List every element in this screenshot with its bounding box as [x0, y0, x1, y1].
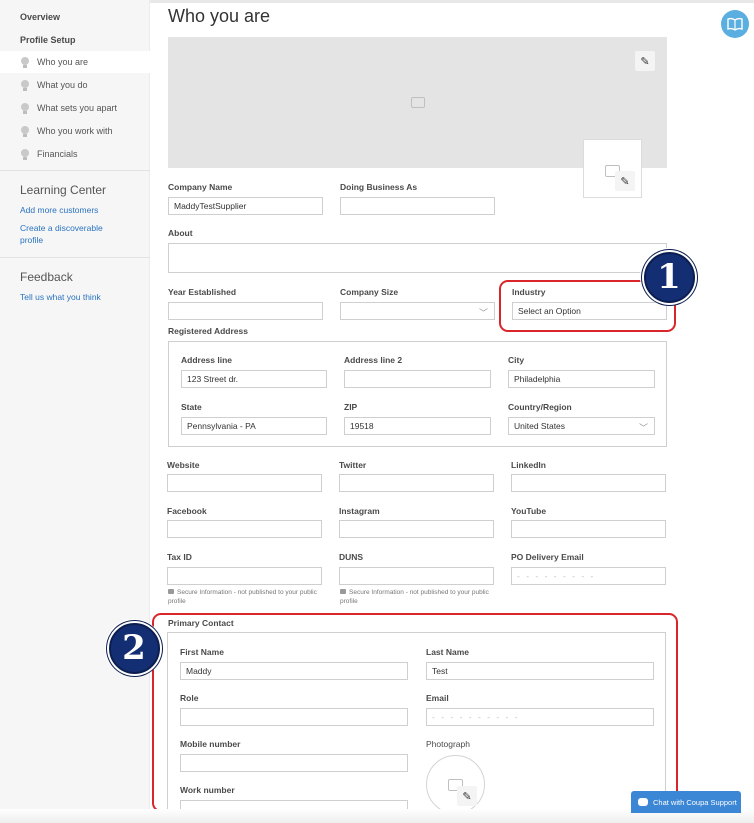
company-name-label: Company Name [168, 182, 233, 192]
lightbulb-icon [20, 79, 30, 91]
sidebar-divider [0, 170, 150, 171]
twitter-input[interactable] [339, 474, 494, 492]
doing-business-as-label: Doing Business As [340, 182, 418, 192]
help-button[interactable] [721, 10, 749, 38]
website-input[interactable] [167, 474, 322, 492]
website-label: Website [167, 460, 200, 470]
linkedin-label: LinkedIn [511, 460, 546, 470]
edit-cover-button[interactable]: ✎ [635, 51, 655, 71]
lock-icon [340, 589, 346, 594]
sidebar-item-label: Financials [37, 149, 78, 159]
sidebar-item-label: Who you work with [37, 126, 113, 136]
step-badge-2: 2 [105, 619, 163, 677]
logo-image-area[interactable]: ✎ [583, 139, 642, 198]
country-select[interactable]: United States ﹀ [508, 417, 655, 435]
po-delivery-email-input[interactable]: - - - - - - - - - [511, 567, 666, 585]
image-placeholder-icon [411, 97, 425, 108]
lightbulb-icon [20, 102, 30, 114]
linkedin-input[interactable] [511, 474, 666, 492]
instagram-label: Instagram [339, 506, 380, 516]
state-label: State [181, 402, 202, 412]
zip-input[interactable]: 19518 [344, 417, 491, 435]
tell-us-what-you-think-link[interactable]: Tell us what you think [20, 291, 135, 303]
page-title: Who you are [168, 6, 271, 26]
add-more-customers-link[interactable]: Add more customers [20, 204, 135, 216]
year-established-label: Year Established [168, 287, 237, 297]
po-delivery-email-label: PO Delivery Email [511, 552, 584, 562]
address-line-label: Address line [181, 355, 233, 365]
sidebar-overview[interactable]: Overview [20, 12, 60, 22]
lock-icon [168, 589, 174, 594]
facebook-label: Facebook [167, 506, 207, 516]
chevron-down-icon: ﹀ [638, 423, 648, 433]
address-line-2-label: Address line 2 [344, 355, 403, 365]
book-icon [727, 17, 743, 31]
pencil-icon: ✎ [640, 55, 650, 68]
tax-id-label: Tax ID [167, 552, 192, 562]
chat-bubble-icon [638, 798, 648, 806]
sidebar-item-label: Who you are [37, 57, 89, 67]
create-discoverable-profile-link[interactable]: Create a discoverable profile [20, 222, 115, 246]
feedback-heading: Feedback [20, 270, 73, 284]
duns-secure-note: Secure Information - not published to yo… [340, 589, 489, 605]
facebook-input[interactable] [167, 520, 322, 538]
primary-contact-highlight [152, 613, 678, 812]
lightbulb-icon [20, 148, 30, 160]
city-label: City [508, 355, 525, 365]
sidebar: Overview Profile Setup Who you are What … [0, 0, 150, 823]
address-line-input[interactable]: 123 Street dr. [181, 370, 327, 388]
chat-support-button[interactable]: Chat with Coupa Support [631, 791, 741, 813]
sidebar-item-label: What sets you apart [37, 103, 118, 113]
tax-id-secure-note: Secure Information - not published to yo… [168, 589, 317, 605]
sidebar-item-who-you-are[interactable]: Who you are [0, 51, 150, 73]
step-badge-1: 1 [640, 248, 698, 306]
sidebar-item-financials[interactable]: Financials [0, 143, 150, 165]
instagram-input[interactable] [339, 520, 494, 538]
state-input[interactable]: Pennsylvania - PA [181, 417, 327, 435]
duns-input[interactable] [339, 567, 494, 585]
sidebar-item-label: What you do [37, 80, 88, 90]
tax-id-input[interactable] [167, 567, 322, 585]
duns-label: DUNS [339, 552, 364, 562]
about-label: About [168, 228, 193, 238]
sidebar-item-what-you-do[interactable]: What you do [0, 74, 150, 96]
sidebar-item-who-you-work-with[interactable]: Who you work with [0, 120, 150, 142]
address-line-2-input[interactable] [344, 370, 491, 388]
sidebar-profile-setup[interactable]: Profile Setup [20, 35, 76, 45]
learning-center-heading: Learning Center [20, 183, 107, 197]
company-size-label: Company Size [340, 287, 399, 297]
chevron-down-icon: ﹀ [478, 308, 488, 318]
sidebar-item-what-sets-you-apart[interactable]: What sets you apart [0, 97, 150, 119]
about-textarea[interactable] [168, 243, 667, 273]
doing-business-as-input[interactable] [340, 197, 495, 215]
zip-label: ZIP [344, 402, 358, 412]
registered-address-label: Registered Address [168, 326, 248, 336]
twitter-label: Twitter [339, 460, 367, 470]
youtube-input[interactable] [511, 520, 666, 538]
top-border [150, 0, 754, 3]
pencil-icon: ✎ [620, 175, 630, 188]
year-established-input[interactable] [168, 302, 323, 320]
lightbulb-icon [20, 56, 30, 68]
company-name-input[interactable]: MaddyTestSupplier [168, 197, 323, 215]
lightbulb-icon [20, 125, 30, 137]
edit-logo-button[interactable]: ✎ [615, 171, 635, 191]
city-input[interactable]: Philadelphia [508, 370, 655, 388]
country-label: Country/Region [508, 402, 572, 412]
youtube-label: YouTube [511, 506, 547, 516]
company-size-select[interactable]: ﹀ [340, 302, 495, 320]
sidebar-divider [0, 257, 150, 258]
